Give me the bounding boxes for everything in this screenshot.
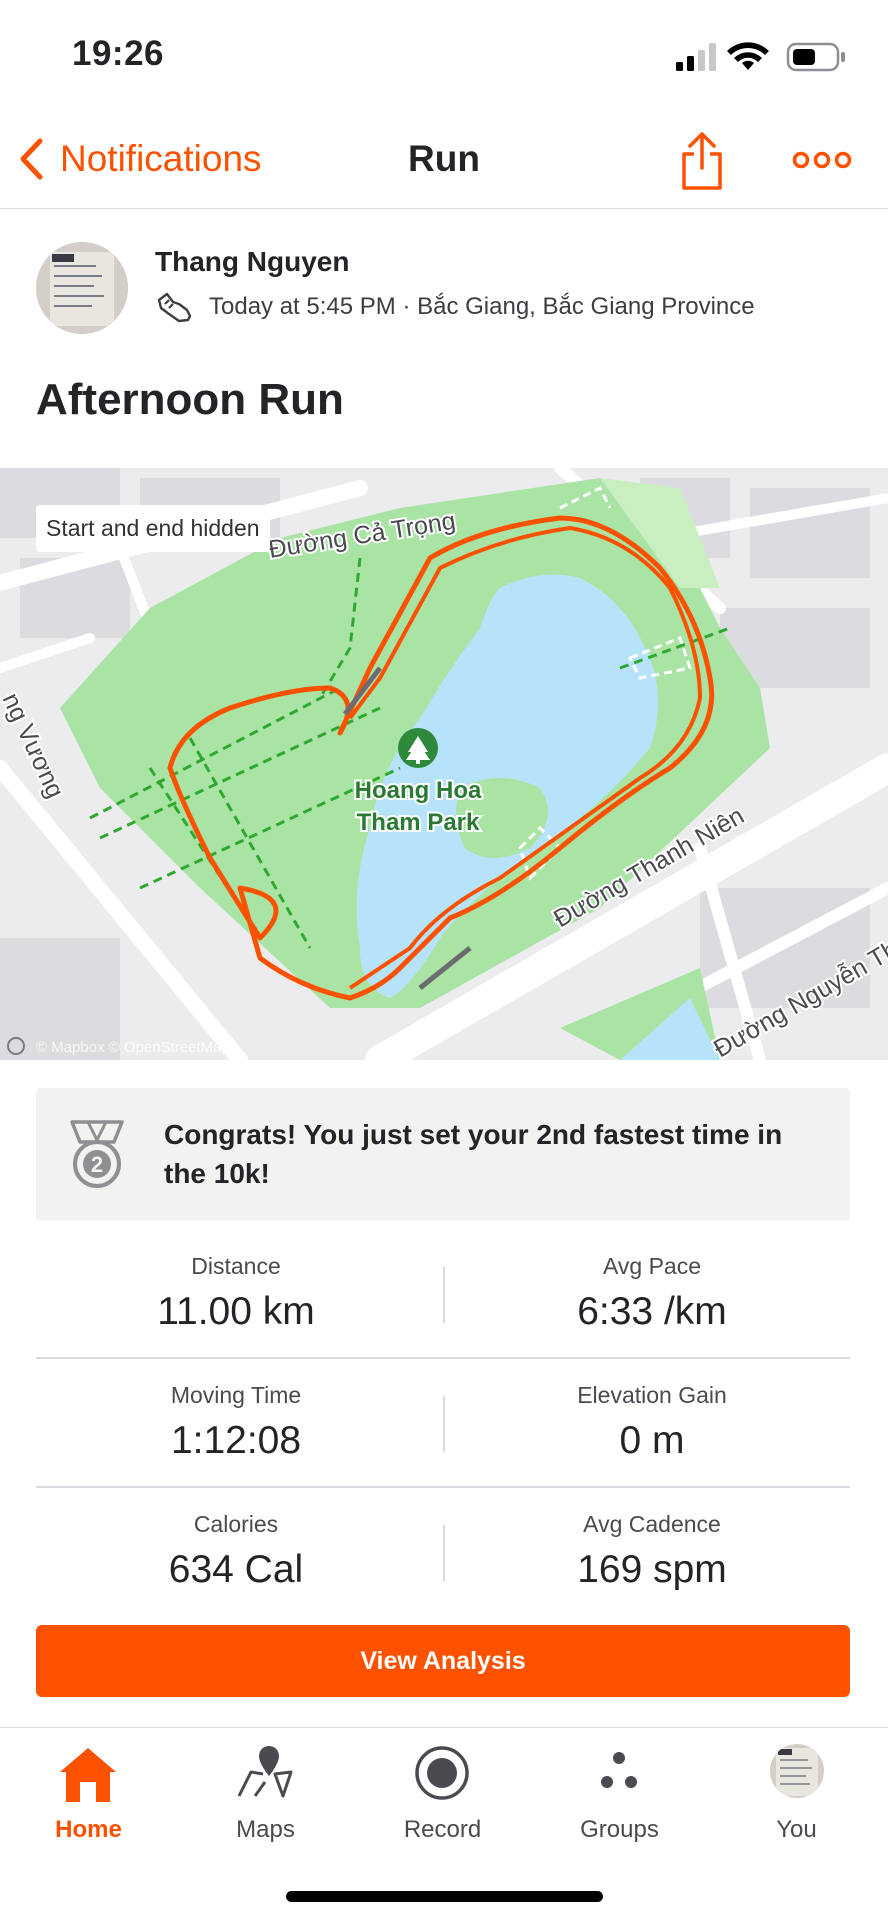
athlete-avatar[interactable] bbox=[36, 242, 128, 334]
tab-groups[interactable]: Groups bbox=[531, 1728, 708, 1848]
tab-label: Maps bbox=[177, 1816, 354, 1844]
status-icons bbox=[672, 40, 848, 74]
battery-icon bbox=[788, 44, 845, 70]
privacy-pill: Start and end hidden bbox=[36, 505, 270, 552]
stat-value: 0 m bbox=[444, 1419, 860, 1463]
stat-value: 169 spm bbox=[444, 1548, 860, 1592]
tab-label: Groups bbox=[531, 1816, 708, 1844]
stat-avg-cadence: Avg Cadence 169 spm bbox=[444, 1511, 860, 1592]
page-title: Run bbox=[0, 138, 888, 180]
stat-label: Calories bbox=[28, 1511, 444, 1538]
stat-avg-pace: Avg Pace 6:33 /km bbox=[444, 1253, 860, 1334]
map-attribution: © Mapbox © OpenStreetMap bbox=[36, 1039, 230, 1056]
medal-icon: 2 bbox=[66, 1118, 128, 1190]
status-time: 19:26 bbox=[72, 34, 164, 74]
medal-rank: 2 bbox=[91, 1152, 103, 1177]
home-indicator bbox=[286, 1891, 603, 1902]
map-canvas: Hoang Hoa Tham Park Đường Cả Trọng Đường… bbox=[0, 468, 888, 1060]
view-analysis-button[interactable]: View Analysis bbox=[36, 1625, 850, 1697]
map-pin-icon bbox=[235, 1742, 299, 1804]
stat-label: Distance bbox=[28, 1253, 444, 1280]
row-divider bbox=[36, 1357, 850, 1359]
activity-title: Afternoon Run bbox=[36, 375, 344, 425]
cellular-signal-icon bbox=[676, 43, 716, 71]
stat-value: 11.00 km bbox=[28, 1290, 444, 1334]
stat-moving-time: Moving Time 1:12:08 bbox=[28, 1382, 444, 1463]
profile-avatar bbox=[768, 1742, 826, 1800]
tab-label: Home bbox=[0, 1816, 177, 1844]
stat-calories: Calories 634 Cal bbox=[28, 1511, 444, 1592]
activity-date-location: Today at 5:45 PM · Bắc Giang, Bắc Giang … bbox=[209, 293, 755, 321]
record-icon bbox=[410, 1742, 474, 1804]
stat-distance: Distance 11.00 km bbox=[28, 1253, 444, 1334]
tab-label: Record bbox=[354, 1816, 531, 1844]
navigation-bar: Notifications Run bbox=[0, 110, 888, 209]
running-shoe-icon bbox=[155, 290, 193, 324]
avatar-image bbox=[36, 242, 128, 334]
tab-you[interactable]: You bbox=[708, 1728, 885, 1848]
activity-meta: Today at 5:45 PM · Bắc Giang, Bắc Giang … bbox=[155, 290, 755, 324]
share-icon[interactable] bbox=[678, 130, 726, 192]
stat-elevation-gain: Elevation Gain 0 m bbox=[444, 1382, 860, 1463]
tab-home[interactable]: Home bbox=[0, 1728, 177, 1848]
row-divider bbox=[36, 1486, 850, 1488]
stat-value: 634 Cal bbox=[28, 1548, 444, 1592]
tab-maps[interactable]: Maps bbox=[177, 1728, 354, 1848]
route-map[interactable]: Hoang Hoa Tham Park Đường Cả Trọng Đường… bbox=[0, 468, 888, 1060]
stat-label: Avg Pace bbox=[444, 1253, 860, 1280]
home-icon bbox=[56, 1744, 120, 1806]
achievement-text: Congrats! You just set your 2nd fastest … bbox=[164, 1115, 814, 1193]
stat-value: 6:33 /km bbox=[444, 1290, 860, 1334]
tab-record[interactable]: Record bbox=[354, 1728, 531, 1848]
stat-label: Avg Cadence bbox=[444, 1511, 860, 1538]
tab-label: You bbox=[708, 1816, 885, 1844]
achievement-banner[interactable]: 2 Congrats! You just set your 2nd fastes… bbox=[36, 1088, 850, 1221]
groups-icon bbox=[587, 1742, 651, 1804]
stat-label: Moving Time bbox=[28, 1382, 444, 1409]
wifi-icon bbox=[727, 42, 769, 70]
more-options-icon[interactable] bbox=[792, 142, 852, 178]
stat-label: Elevation Gain bbox=[444, 1382, 860, 1409]
athlete-name[interactable]: Thang Nguyen bbox=[155, 246, 349, 278]
park-label-line2: Tham Park bbox=[357, 809, 480, 836]
park-label-line1: Hoang Hoa bbox=[355, 777, 482, 804]
stat-value: 1:12:08 bbox=[28, 1419, 444, 1463]
